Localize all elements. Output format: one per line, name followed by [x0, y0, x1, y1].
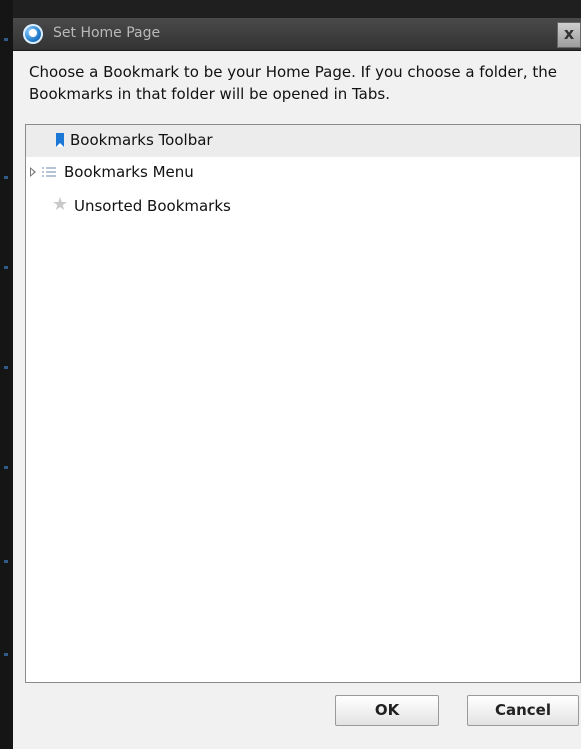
tree-item-bookmarks-toolbar[interactable]: Bookmarks Toolbar [26, 125, 580, 157]
expand-arrow-icon[interactable] [30, 167, 36, 177]
edge-mark [4, 366, 8, 369]
instruction-text: Choose a Bookmark to be your Home Page. … [29, 63, 557, 103]
tree-item-unsorted-bookmarks[interactable]: ★ Unsorted Bookmarks [26, 191, 580, 223]
ok-button[interactable]: OK [335, 695, 439, 726]
edge-mark [4, 653, 8, 656]
cancel-button[interactable]: Cancel [467, 695, 579, 726]
dialog-titlebar[interactable]: Set Home Page x [13, 18, 581, 51]
edge-mark [4, 176, 8, 179]
tree-item-label: Bookmarks Menu [64, 163, 194, 181]
tree-item-label: Unsorted Bookmarks [74, 197, 231, 215]
background-window-edge [0, 0, 13, 749]
tree-item-bookmarks-menu[interactable]: Bookmarks Menu [26, 157, 580, 189]
close-button[interactable]: x [557, 22, 581, 48]
menu-list-icon [40, 163, 56, 181]
bookmark-ribbon-icon [52, 131, 68, 149]
edge-mark [4, 266, 8, 269]
star-icon: ★ [52, 194, 69, 215]
tree-item-label: Bookmarks Toolbar [70, 131, 213, 149]
edge-mark [4, 38, 8, 41]
edge-mark [4, 560, 8, 563]
dialog-title: Set Home Page [53, 25, 161, 41]
bookmarks-tree[interactable]: Bookmarks Toolbar Bookmarks Menu ★ Unsor… [25, 124, 581, 683]
edge-mark [4, 466, 8, 469]
screen-frame: Set Home Page x Choose a Bookmark to be … [0, 0, 581, 749]
set-home-page-dialog: Choose a Bookmark to be your Home Page. … [13, 51, 581, 749]
browser-logo-icon [23, 24, 43, 44]
